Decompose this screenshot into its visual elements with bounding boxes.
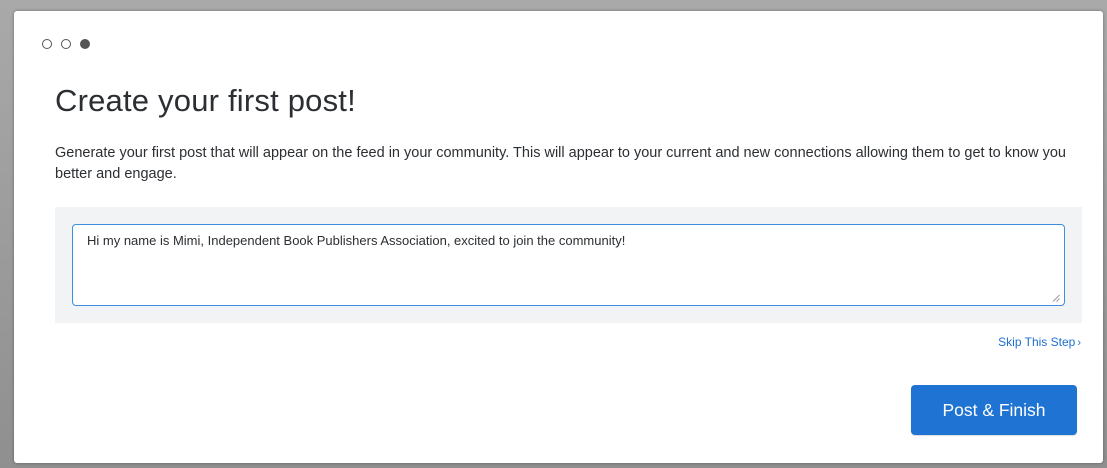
page-title: Create your first post! xyxy=(55,83,356,118)
step-dot-1 xyxy=(42,39,52,49)
chevron-right-icon: › xyxy=(1077,337,1081,349)
page-description: Generate your first post that will appea… xyxy=(55,145,1066,182)
post-text-input[interactable]: Hi my name is Mimi, Independent Book Pub… xyxy=(72,224,1065,306)
onboarding-card: Create your first post! Generate your fi… xyxy=(14,11,1103,463)
step-dot-2 xyxy=(61,39,71,49)
skip-step-label: Skip This Step xyxy=(998,335,1076,349)
background-frame: Create your first post! Generate your fi… xyxy=(0,0,1107,468)
skip-step-link[interactable]: Skip This Step › xyxy=(998,335,1081,349)
step-dot-3-active xyxy=(80,39,90,49)
resize-grip-icon[interactable] xyxy=(1052,294,1060,302)
step-indicator xyxy=(42,39,90,49)
post-and-finish-button[interactable]: Post & Finish xyxy=(911,385,1077,435)
post-composer: Hi my name is Mimi, Independent Book Pub… xyxy=(55,207,1082,323)
